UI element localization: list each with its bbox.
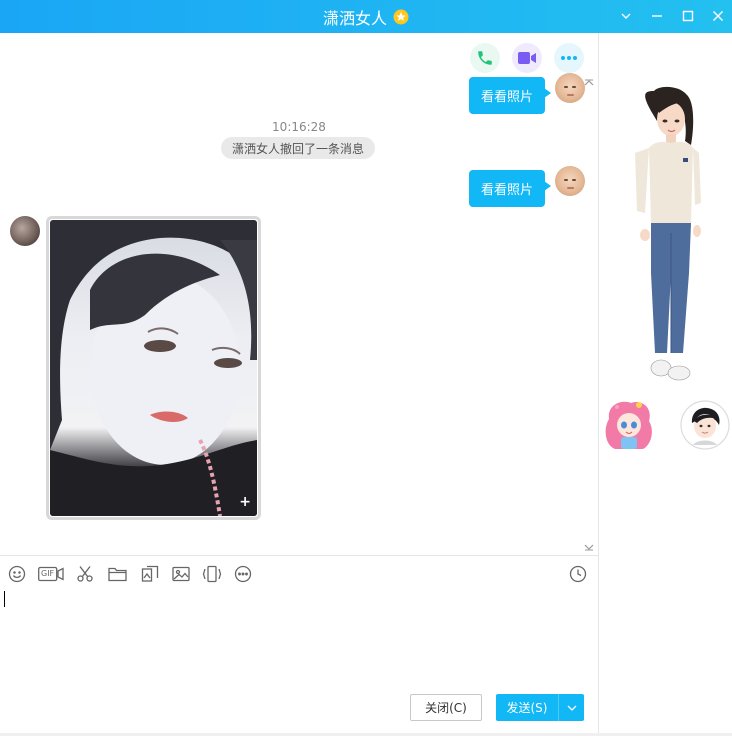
shake-icon [202, 565, 222, 583]
my-avatar[interactable] [555, 166, 585, 196]
file-button[interactable] [106, 563, 128, 585]
received-photo[interactable]: + [46, 216, 261, 520]
scroll-down-icon[interactable] [584, 541, 594, 551]
image-edit-button[interactable] [139, 563, 161, 585]
show-panel [599, 33, 732, 736]
expand-icon[interactable]: + [239, 494, 251, 510]
send-button[interactable]: 发送(S) [496, 694, 558, 721]
history-icon [569, 565, 587, 583]
photo-content: + [50, 220, 257, 516]
my-avatar[interactable] [555, 73, 585, 103]
gif-button[interactable]: GIF [37, 563, 65, 585]
close-icon[interactable] [707, 5, 729, 27]
phone-icon [478, 51, 492, 65]
minimize-icon[interactable] [646, 5, 668, 27]
message-text: 看看照片 [481, 90, 534, 105]
my-qq-show-icon[interactable] [679, 399, 731, 451]
video-icon [518, 52, 536, 64]
friend-avatar[interactable] [10, 216, 40, 246]
scissors-icon [77, 566, 93, 582]
folder-icon [107, 567, 127, 582]
shake-button[interactable] [201, 563, 223, 585]
close-button[interactable]: 关闭(C) [410, 694, 482, 721]
text-cursor [4, 591, 5, 607]
message-input[interactable] [0, 590, 598, 690]
image-edit-icon [141, 565, 159, 582]
input-toolbar: GIF [0, 556, 598, 590]
history-button[interactable] [567, 563, 589, 585]
scroll-up-icon[interactable] [584, 79, 594, 89]
chevron-down-icon [567, 705, 576, 711]
video-call-button[interactable] [512, 43, 542, 73]
more-icon [234, 565, 252, 583]
maximize-icon[interactable] [677, 5, 699, 27]
phone-call-button[interactable] [470, 43, 500, 73]
more-actions-button[interactable] [554, 43, 584, 73]
outgoing-message-bubble[interactable]: 看看照片 [469, 77, 552, 114]
picture-icon [172, 566, 190, 582]
vip-star-icon[interactable] [393, 9, 409, 25]
more-icon [561, 56, 577, 60]
emoji-icon [8, 565, 26, 583]
photo-portrait-illustration [50, 220, 257, 516]
send-options-button[interactable] [558, 694, 584, 721]
screenshot-button[interactable] [74, 563, 96, 585]
chat-history[interactable]: 看看照片 10:16:28 潇洒女人撤回了一条消息 看看照片 + [0, 33, 598, 555]
outgoing-message-bubble[interactable]: 看看照片 [469, 170, 552, 207]
gif-label: GIF [41, 569, 55, 578]
emoji-button[interactable] [6, 563, 28, 585]
recall-notice: 潇洒女人撤回了一条消息 [221, 137, 375, 159]
more-tools-button[interactable] [232, 563, 254, 585]
picture-button[interactable] [170, 563, 192, 585]
chevron-down-icon[interactable] [615, 5, 637, 27]
message-timestamp: 10:16:28 [272, 120, 326, 134]
my-show-avatar-illustration[interactable] [599, 397, 659, 457]
message-text: 看看照片 [481, 183, 534, 198]
